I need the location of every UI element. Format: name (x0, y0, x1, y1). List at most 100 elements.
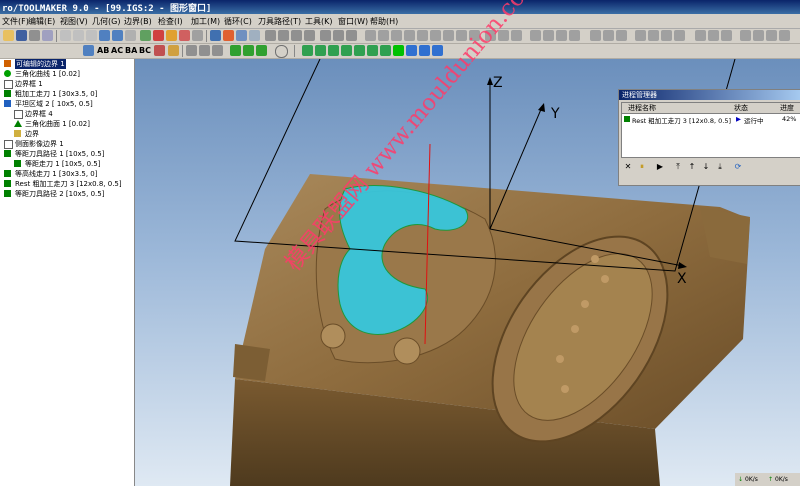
menu-edit[interactable]: 编辑(E) (28, 16, 55, 27)
calculate-icon[interactable] (140, 30, 151, 41)
cycle-icon[interactable] (236, 30, 247, 41)
menu-window[interactable]: 窗口(W) (338, 16, 368, 27)
menu-toolpath[interactable]: 刀具路径(T) (258, 16, 301, 27)
path-icon-2[interactable] (333, 30, 344, 41)
target-icon[interactable] (223, 30, 234, 41)
view-fit-icon[interactable] (168, 45, 179, 56)
wireframe-icon[interactable] (179, 30, 190, 41)
path-icon-7[interactable] (404, 30, 415, 41)
zoom-out-icon[interactable] (432, 45, 443, 56)
column-status[interactable]: 状态 (734, 103, 748, 113)
menu-boundary[interactable]: 边界(B) (124, 16, 152, 27)
path-icon-3[interactable] (346, 30, 357, 41)
path-icon-33[interactable] (779, 30, 790, 41)
path-icon-4[interactable] (365, 30, 376, 41)
column-name[interactable]: 进程名称 (628, 103, 656, 113)
tree-item[interactable]: 侧面影像边界 1 (0, 139, 134, 149)
select-icon[interactable] (210, 30, 221, 41)
paste-icon[interactable] (86, 30, 97, 41)
path-icon-31[interactable] (753, 30, 764, 41)
menu-help[interactable]: 帮助(H) (370, 16, 398, 27)
shaded-3-icon[interactable] (256, 45, 267, 56)
path-icon-9[interactable] (430, 30, 441, 41)
path-icon-25[interactable] (661, 30, 672, 41)
redo-icon[interactable] (112, 30, 123, 41)
menu-inspect[interactable]: 检查(I) (158, 16, 183, 27)
process-row[interactable]: Rest 粗加工走刀 3 [12x0.8, 0.5] ▶ 运行中 42% (622, 114, 800, 125)
print-icon[interactable] (29, 30, 40, 41)
tree-item[interactable]: 粗加工走刀 1 [30x3.5, 0] (0, 89, 134, 99)
run-icon[interactable]: ▶ (655, 162, 665, 171)
path-icon-24[interactable] (648, 30, 659, 41)
move-bottom-icon[interactable]: ⤓ (715, 162, 725, 172)
path-icon-10[interactable] (443, 30, 454, 41)
undo-icon[interactable] (99, 30, 110, 41)
path-icon-22[interactable] (616, 30, 627, 41)
view-bc-button[interactable]: BC (139, 46, 151, 55)
tree-item[interactable]: 平坦区域 2 [ 10x5, 0.5] (0, 99, 134, 109)
path-icon-18[interactable] (556, 30, 567, 41)
copy-icon[interactable] (73, 30, 84, 41)
sim-icon[interactable] (304, 30, 315, 41)
layer-1-icon[interactable] (302, 45, 313, 56)
layer-6-icon[interactable] (367, 45, 378, 56)
path-icon-19[interactable] (569, 30, 580, 41)
tool-icon[interactable] (265, 30, 276, 41)
menu-tools[interactable]: 工具(K) (305, 16, 333, 27)
shaded-2-icon[interactable] (243, 45, 254, 56)
view-ab-button[interactable]: AB (97, 46, 109, 55)
tree-item[interactable]: Rest 粗加工走刀 3 [12x0.8, 0.5] (0, 179, 134, 189)
pan-icon[interactable] (406, 45, 417, 56)
view-iso-icon[interactable] (83, 45, 94, 56)
move-up-icon[interactable]: ↑ (687, 162, 697, 171)
view-1-icon[interactable] (186, 45, 197, 56)
zoom-in-icon[interactable] (419, 45, 430, 56)
save-icon[interactable] (16, 30, 27, 41)
move-down-icon[interactable]: ↓ (701, 162, 711, 171)
view-2-icon[interactable] (199, 45, 210, 56)
path-icon-32[interactable] (766, 30, 777, 41)
zoom-box-icon[interactable] (192, 30, 203, 41)
preview-icon[interactable] (42, 30, 53, 41)
path-icon-30[interactable] (740, 30, 751, 41)
path-icon-27[interactable] (695, 30, 706, 41)
shaded-icon[interactable] (230, 45, 241, 56)
tree-item[interactable]: 等高线走刀 1 [30x3.5, 0] (0, 169, 134, 179)
cube-icon[interactable] (393, 45, 404, 56)
path-icon-20[interactable] (590, 30, 601, 41)
path-icon-16[interactable] (530, 30, 541, 41)
cancel-icon[interactable]: ✕ (623, 162, 633, 171)
tree-item[interactable]: 边界框 4 (0, 109, 134, 119)
path-icon-29[interactable] (721, 30, 732, 41)
refresh-icon[interactable]: ⟳ (733, 162, 743, 171)
view-zoom-icon[interactable] (154, 45, 165, 56)
path-icon-8[interactable] (417, 30, 428, 41)
column-progress[interactable]: 进度 (780, 103, 794, 113)
menu-cycle[interactable]: 循环(C) (224, 16, 252, 27)
holder-icon[interactable] (291, 30, 302, 41)
path-icon-28[interactable] (708, 30, 719, 41)
pause-icon[interactable]: ⏸ (637, 162, 647, 172)
path-icon-6[interactable] (391, 30, 402, 41)
cut-icon[interactable] (60, 30, 71, 41)
tree-item[interactable]: 三角化曲面 1 [0.02] (0, 119, 134, 129)
path-icon-1[interactable] (320, 30, 331, 41)
path-icon-21[interactable] (603, 30, 614, 41)
tree-item[interactable]: 等距刀具路径 1 [10x5, 0.5] (0, 149, 134, 159)
path-icon-17[interactable] (543, 30, 554, 41)
menu-machining[interactable]: 加工(M) (191, 16, 220, 27)
shade-icon[interactable] (166, 30, 177, 41)
tree-item[interactable]: 边界框 1 (0, 79, 134, 89)
tool-library-icon[interactable] (278, 30, 289, 41)
menu-view[interactable]: 视图(V) (60, 16, 88, 27)
tree-item[interactable]: 三角化曲线 1 [0.02] (0, 69, 134, 79)
layer-7-icon[interactable] (380, 45, 391, 56)
move-top-icon[interactable]: ⤒ (673, 162, 683, 172)
delete-icon[interactable] (125, 30, 136, 41)
view-ba-button[interactable]: BA (125, 46, 137, 55)
process-manager-titlebar[interactable]: 进程管理器 (619, 90, 800, 100)
tree-item[interactable]: 边界 (0, 129, 134, 139)
layer-2-icon[interactable] (315, 45, 326, 56)
path-icon-5[interactable] (378, 30, 389, 41)
tree-item[interactable]: 等距走刀 1 [10x5, 0.5] (0, 159, 134, 169)
